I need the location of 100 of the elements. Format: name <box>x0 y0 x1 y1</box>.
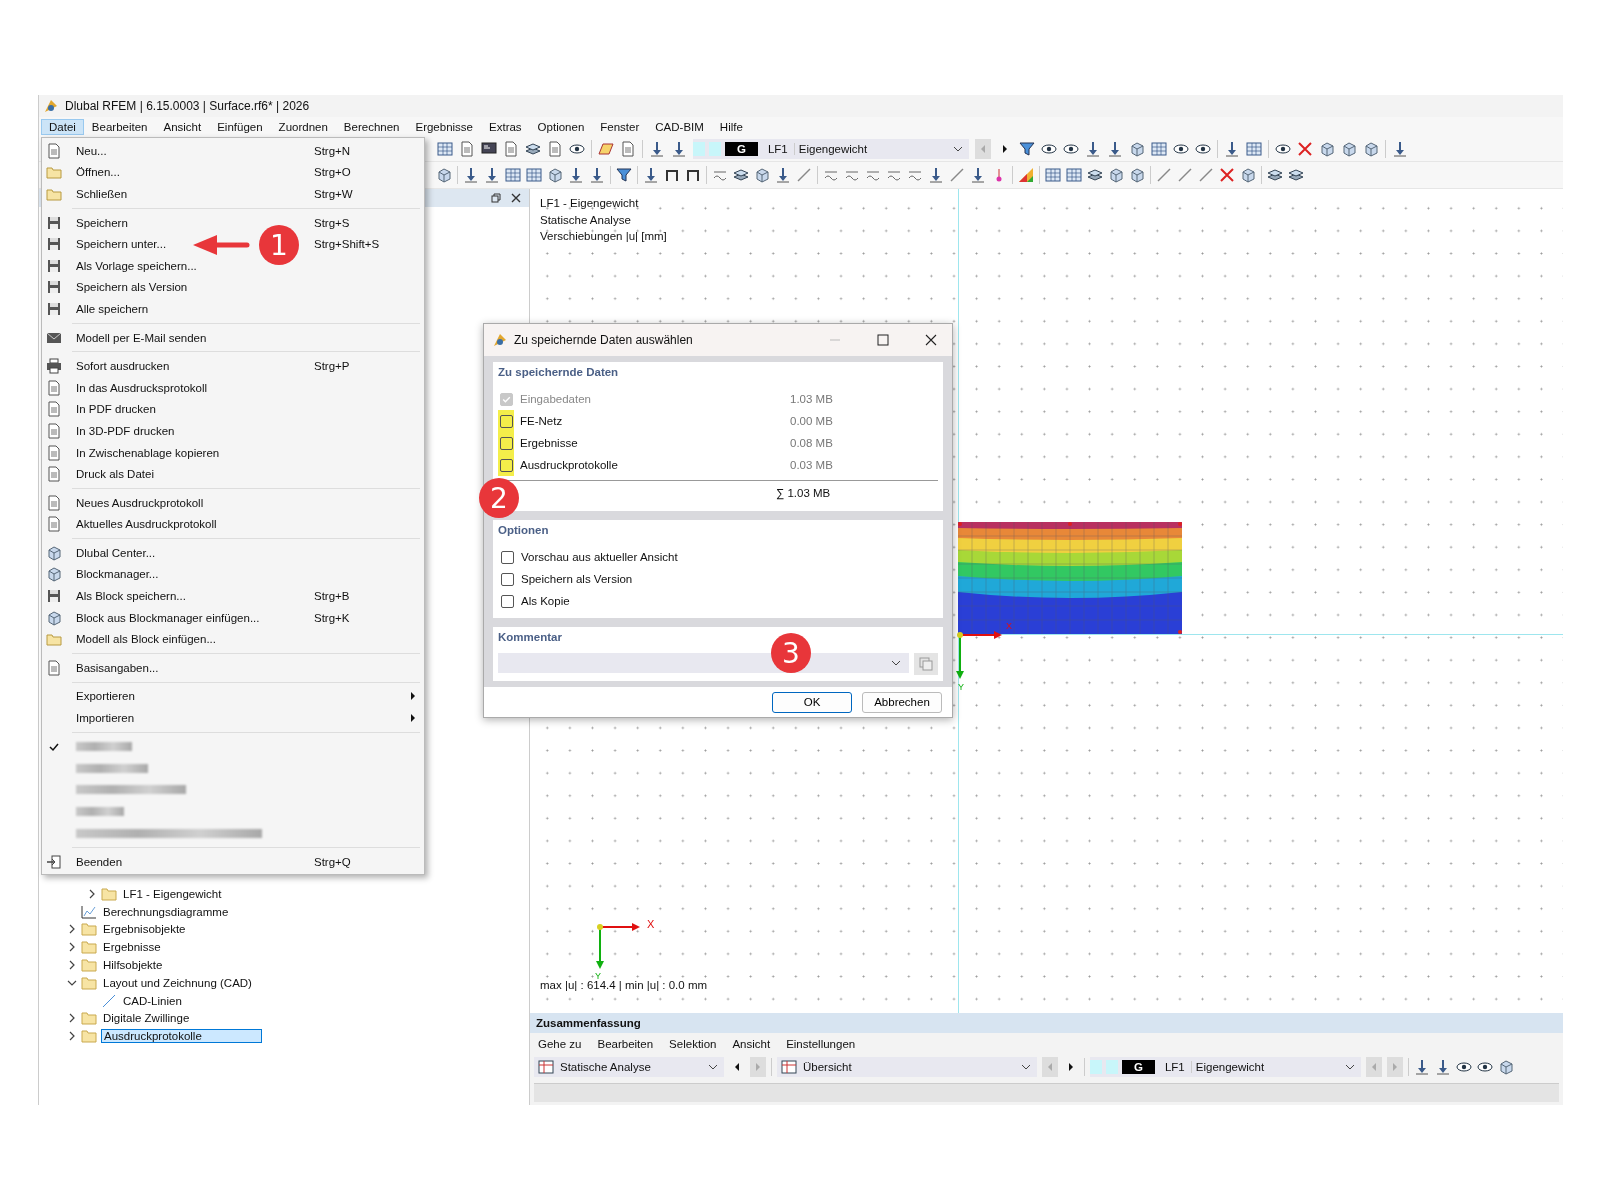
menu-bar-item[interactable]: Extras <box>481 119 530 135</box>
cube-icon[interactable] <box>1129 167 1145 183</box>
menu-bar-item[interactable]: Optionen <box>529 119 593 135</box>
menu-bar-item[interactable]: CAD-BIM <box>647 119 712 135</box>
restore-icon[interactable] <box>491 193 501 203</box>
tree-item[interactable]: Ausdruckprotokolle <box>101 1029 262 1044</box>
tree-item[interactable]: Layout und Zeichnung (CAD) <box>101 975 254 990</box>
parallelogram-icon[interactable] <box>598 141 614 157</box>
menu-item[interactable]: Dlubal Center... <box>76 546 156 559</box>
panel-menu-item[interactable]: Selektion <box>669 1038 717 1050</box>
tree-item[interactable]: Digitale Zwillinge <box>101 1011 192 1026</box>
grid-icon[interactable] <box>1066 167 1082 183</box>
load-case-selector[interactable]: G LF1 Eigengewicht <box>1090 1057 1361 1077</box>
cube-icon[interactable] <box>1108 167 1124 183</box>
menu-item[interactable]: Speichern <box>76 216 128 229</box>
menu-item[interactable]: Blockmanager... <box>76 568 159 581</box>
menu-bar-item[interactable]: Bearbeiten <box>83 119 156 135</box>
menu-bar-item[interactable]: Datei <box>41 119 84 135</box>
layers-icon[interactable] <box>525 141 541 157</box>
menu-item[interactable]: Modell per E-Mail senden <box>76 331 207 344</box>
cancel-button[interactable]: Abbrechen <box>862 691 942 713</box>
checkbox[interactable] <box>501 594 514 608</box>
close-icon[interactable] <box>925 334 937 346</box>
menu-item[interactable]: In Zwischenablage kopieren <box>76 446 220 459</box>
checkbox[interactable] <box>499 414 513 428</box>
ok-button[interactable]: OK <box>772 691 852 713</box>
close-icon[interactable] <box>511 193 521 203</box>
menu-bar-item[interactable]: Einfügen <box>209 119 271 135</box>
funnel-icon[interactable] <box>1019 141 1035 157</box>
panel-menu-item[interactable]: Bearbeiten <box>597 1038 654 1050</box>
document-icon[interactable] <box>459 141 475 157</box>
cube-icon[interactable] <box>1319 141 1335 157</box>
document-icon[interactable] <box>503 141 519 157</box>
checkbox[interactable] <box>499 458 513 472</box>
panel-menu-item[interactable]: Einstellungen <box>786 1038 856 1050</box>
checkbox[interactable] <box>501 572 514 586</box>
menu-bar-item[interactable]: Hilfe <box>711 119 751 135</box>
grid-icon[interactable] <box>505 167 521 183</box>
tree-item[interactable]: Hilfsobjekte <box>101 958 165 973</box>
cube-icon[interactable] <box>547 167 563 183</box>
layers-icon[interactable] <box>1267 167 1283 183</box>
menu-bar-item[interactable]: Ansicht <box>155 119 210 135</box>
tree-item[interactable]: Ergebnisse <box>101 940 163 955</box>
tree-item[interactable]: CAD-Linien <box>121 993 184 1008</box>
maximize-icon[interactable] <box>877 334 889 346</box>
layers-icon[interactable] <box>1087 167 1103 183</box>
view-dropdown[interactable]: Übersicht <box>777 1057 1037 1077</box>
document-icon[interactable] <box>620 141 636 157</box>
menu-item[interactable]: Öffnen... <box>76 166 120 179</box>
menu-item[interactable]: Speichern als Version <box>76 281 188 294</box>
menu-item[interactable]: Als Vorlage speichern... <box>76 259 197 272</box>
grid-icon[interactable] <box>1045 167 1061 183</box>
menu-item[interactable]: In das Ausdrucksprotokoll <box>76 381 208 394</box>
menu-item[interactable]: Aktuelles Ausdruckprotokoll <box>76 518 217 531</box>
grid-icon[interactable] <box>1246 141 1262 157</box>
grid-icon[interactable] <box>1151 141 1167 157</box>
cube-icon[interactable] <box>1129 141 1145 157</box>
menu-bar-item[interactable]: Ergebnisse <box>407 119 481 135</box>
grid-icon[interactable] <box>526 167 542 183</box>
menu-item[interactable]: Basisangaben... <box>76 661 159 674</box>
menu-bar-item[interactable]: Berechnen <box>335 119 408 135</box>
panel-menu-item[interactable]: Gehe zu <box>538 1038 582 1050</box>
layers-icon[interactable] <box>733 167 749 183</box>
menu-item[interactable]: Speichern unter... <box>76 238 167 251</box>
menu-item[interactable]: Modell als Block einfügen... <box>76 633 216 646</box>
cube-icon[interactable] <box>1341 141 1357 157</box>
layers-icon[interactable] <box>1288 167 1304 183</box>
menu-item[interactable]: Block aus Blockmanager einfügen... <box>76 611 260 624</box>
cube-icon[interactable] <box>1240 167 1256 183</box>
menu-item[interactable]: Druck als Datei <box>76 468 154 481</box>
cube-icon[interactable] <box>1498 1059 1514 1075</box>
menu-bar-item[interactable]: Fenster <box>592 119 648 135</box>
tree-item[interactable]: Berechnungsdiagramme <box>101 904 231 919</box>
document-icon[interactable] <box>547 141 563 157</box>
palette-icon[interactable] <box>1018 167 1034 183</box>
checkbox[interactable] <box>499 436 513 450</box>
menu-item[interactable]: Schließen <box>76 188 128 200</box>
menu-item[interactable]: In PDF drucken <box>76 403 156 416</box>
tree-item[interactable]: Ergebnisobjekte <box>101 922 188 937</box>
menu-item[interactable]: Neu... <box>76 144 107 157</box>
funnel-icon[interactable] <box>616 167 632 183</box>
menu-item[interactable]: Alle speichern <box>76 302 149 315</box>
menu-item[interactable]: Importieren <box>76 712 135 725</box>
cube-icon[interactable] <box>1363 141 1379 157</box>
menu-item[interactable]: Exportieren <box>76 690 135 703</box>
analysis-dropdown[interactable]: Statische Analyse <box>534 1057 724 1077</box>
load-case-selector[interactable]: G LF1 Eigengewicht <box>693 139 969 159</box>
cube-icon[interactable] <box>436 167 452 183</box>
menu-item[interactable]: Beenden <box>76 855 123 868</box>
grid-icon[interactable] <box>437 141 453 157</box>
menu-item[interactable]: In 3D-PDF drucken <box>76 424 175 437</box>
data-label: Ausdruckprotokolle <box>520 459 619 471</box>
menu-item[interactable]: Als Block speichern... <box>76 590 186 603</box>
cube-icon[interactable] <box>754 167 770 183</box>
menu-item[interactable]: Neues Ausdruckprotokoll <box>76 496 204 509</box>
checkbox[interactable] <box>501 550 514 564</box>
menu-item[interactable]: Sofort ausdrucken <box>76 360 170 373</box>
menu-bar-item[interactable]: Zuordnen <box>270 119 336 135</box>
tree-item[interactable]: LF1 - Eigengewicht <box>121 886 224 901</box>
panel-menu-item[interactable]: Ansicht <box>732 1038 771 1050</box>
